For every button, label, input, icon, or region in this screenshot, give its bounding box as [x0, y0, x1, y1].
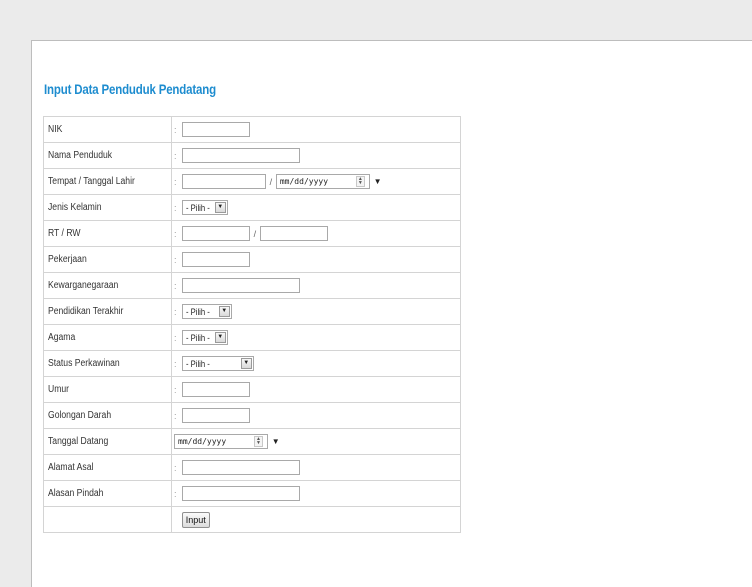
field-value-cell: :: [171, 480, 461, 507]
status-perkawinan-select[interactable]: - Pilih - ▼: [181, 356, 254, 371]
select-arrow-icon[interactable]: ▼: [218, 306, 230, 317]
nik-input[interactable]: [181, 122, 250, 137]
field-value-cell: :: [171, 142, 461, 169]
field-value-cell: :: [171, 116, 461, 143]
kewarganegaraan-input[interactable]: [181, 278, 300, 293]
spinner-icon[interactable]: ▲ ▼: [254, 436, 263, 447]
colon-separator: :: [174, 280, 177, 291]
field-label: Alasan Pindah: [43, 480, 172, 507]
field-value-cell: : - Pilih - ▼: [171, 298, 461, 325]
alasan-pindah-input[interactable]: [181, 486, 300, 501]
select-value: - Pilih -: [185, 307, 210, 317]
field-label: Golongan Darah: [43, 402, 172, 429]
select-value: - Pilih -: [185, 359, 210, 369]
colon-separator: :: [174, 332, 177, 343]
field-value-cell: mm/dd/yyyy ▲ ▼ ▼: [171, 428, 461, 455]
select-value: - Pilih -: [185, 203, 210, 213]
colon-separator: :: [174, 176, 177, 187]
field-value-cell: : - Pilih - ▼: [171, 194, 461, 221]
field-label: Nama Penduduk: [43, 142, 172, 169]
jenis-kelamin-select[interactable]: - Pilih - ▼: [181, 200, 228, 215]
form-row-pendidikan: Pendidikan Terakhir : - Pilih - ▼: [43, 298, 461, 325]
field-label: Kewarganegaraan: [43, 272, 172, 299]
form-row-status-perkawinan: Status Perkawinan : - Pilih - ▼: [43, 350, 461, 377]
page-title: Input Data Penduduk Pendatang: [44, 81, 216, 97]
form-row-kewarganegaraan: Kewarganegaraan :: [43, 272, 461, 299]
form-row-alasan-pindah: Alasan Pindah :: [43, 480, 461, 507]
input-submit-button[interactable]: Input: [181, 511, 210, 528]
colon-separator: :: [174, 202, 177, 213]
rt-input[interactable]: [181, 226, 250, 241]
field-label: Pekerjaan: [43, 246, 172, 273]
colon-separator: :: [174, 358, 177, 369]
input-form-table: NIK : Nama Penduduk : Tempat / Tanggal L…: [43, 116, 461, 533]
form-row-tanggal-datang: Tanggal Datang mm/dd/yyyy ▲ ▼ ▼: [43, 428, 461, 455]
field-label: RT / RW: [43, 220, 172, 247]
umur-input[interactable]: [181, 382, 250, 397]
colon-separator: :: [174, 410, 177, 421]
form-row-golongan-darah: Golongan Darah :: [43, 402, 461, 429]
content-panel: Input Data Penduduk Pendatang NIK : Nama…: [31, 40, 752, 587]
dropdown-arrow-icon[interactable]: ▼: [374, 177, 382, 186]
tempat-lahir-input[interactable]: [181, 174, 266, 189]
submit-cell: Input: [171, 506, 461, 533]
date-placeholder: mm/dd/yyyy: [178, 437, 227, 446]
field-label: NIK: [43, 116, 172, 143]
field-value-cell: :: [171, 246, 461, 273]
alamat-asal-input[interactable]: [181, 460, 300, 475]
colon-separator: :: [174, 462, 177, 473]
field-value-cell: :: [171, 402, 461, 429]
dropdown-arrow-icon[interactable]: ▼: [272, 437, 280, 446]
field-label: Tanggal Datang: [43, 428, 172, 455]
field-value-cell: :: [171, 272, 461, 299]
pekerjaan-input[interactable]: [181, 252, 250, 267]
form-row-nama: Nama Penduduk :: [43, 142, 461, 169]
form-row-umur: Umur :: [43, 376, 461, 403]
colon-separator: :: [174, 150, 177, 161]
colon-separator: :: [174, 306, 177, 317]
colon-separator: :: [174, 254, 177, 265]
field-label: Alamat Asal: [43, 454, 172, 481]
date-placeholder: mm/dd/yyyy: [279, 177, 329, 186]
field-label: Agama: [43, 324, 172, 351]
select-value: - Pilih -: [185, 333, 210, 343]
golongan-darah-input[interactable]: [181, 408, 250, 423]
form-row-alamat-asal: Alamat Asal :: [43, 454, 461, 481]
tanggal-datang-date-input[interactable]: mm/dd/yyyy ▲ ▼: [174, 434, 268, 449]
form-row-rt-rw: RT / RW : /: [43, 220, 461, 247]
form-row-submit: Input: [43, 506, 461, 533]
slash-separator: /: [253, 228, 257, 239]
field-label: Status Perkawinan: [43, 350, 172, 377]
select-arrow-icon[interactable]: ▼: [240, 358, 252, 369]
field-label: Tempat / Tanggal Lahir: [43, 168, 172, 195]
form-row-pekerjaan: Pekerjaan :: [43, 246, 461, 273]
field-value-cell: :: [171, 454, 461, 481]
colon-separator: :: [174, 384, 177, 395]
field-label: Pendidikan Terakhir: [43, 298, 172, 325]
field-value-cell: : - Pilih - ▼: [171, 350, 461, 377]
colon-separator: :: [174, 488, 177, 499]
select-arrow-icon[interactable]: ▼: [214, 332, 226, 343]
spinner-icon[interactable]: ▲ ▼: [355, 176, 365, 187]
form-row-ttl: Tempat / Tanggal Lahir : / mm/dd/yyyy ▲ ▼…: [43, 168, 461, 195]
select-arrow-icon[interactable]: ▼: [214, 202, 226, 213]
nama-penduduk-input[interactable]: [181, 148, 300, 163]
field-value-cell: : / mm/dd/yyyy ▲ ▼ ▼: [171, 168, 461, 195]
form-row-agama: Agama : - Pilih - ▼: [43, 324, 461, 351]
field-label: Umur: [43, 376, 172, 403]
colon-separator: :: [174, 228, 177, 239]
agama-select[interactable]: - Pilih - ▼: [181, 330, 228, 345]
tanggal-lahir-date-input[interactable]: mm/dd/yyyy ▲ ▼: [275, 174, 370, 189]
field-value-cell: : - Pilih - ▼: [171, 324, 461, 351]
empty-label-cell: [43, 506, 172, 533]
form-row-jenis-kelamin: Jenis Kelamin : - Pilih - ▼: [43, 194, 461, 221]
field-label: Jenis Kelamin: [43, 194, 172, 221]
colon-separator: :: [174, 124, 177, 135]
rw-input[interactable]: [259, 226, 328, 241]
slash-separator: /: [269, 176, 273, 187]
field-value-cell: : /: [171, 220, 461, 247]
form-row-nik: NIK :: [43, 116, 461, 143]
field-value-cell: :: [171, 376, 461, 403]
pendidikan-select[interactable]: - Pilih - ▼: [181, 304, 232, 319]
